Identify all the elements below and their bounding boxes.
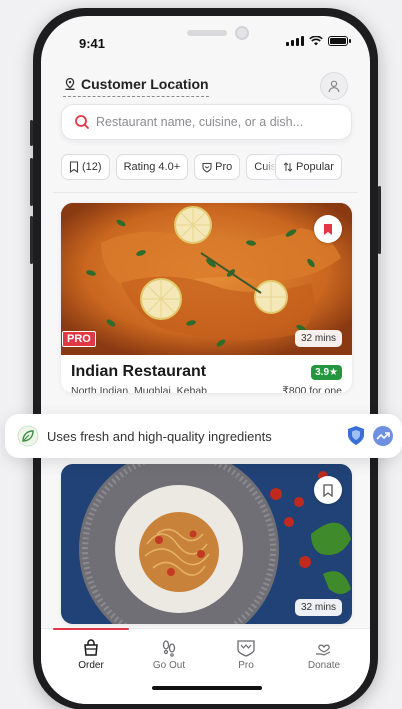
feature-text: Uses fresh and high-quality ingredients bbox=[47, 428, 272, 444]
sort-label: Popular bbox=[296, 161, 334, 173]
nav-go-out[interactable]: Go Out bbox=[134, 639, 204, 671]
pro-badge: PRO bbox=[62, 331, 96, 347]
restaurant-meta: North Indian, Mughlai, Kebab ₹800 for on… bbox=[71, 385, 342, 393]
wifi-icon bbox=[309, 36, 323, 46]
delivery-time-badge: 32 mins bbox=[294, 599, 342, 616]
power-button bbox=[378, 186, 381, 254]
location-selector[interactable]: Customer Location bbox=[63, 76, 209, 97]
nav-pro[interactable]: Pro bbox=[211, 639, 281, 671]
home-indicator bbox=[152, 686, 262, 690]
search-bar[interactable]: Restaurant name, cuisine, or a dish... bbox=[61, 104, 352, 140]
profile-avatar[interactable] bbox=[320, 72, 348, 100]
front-camera bbox=[235, 26, 249, 40]
nav-donate[interactable]: Donate bbox=[289, 639, 359, 671]
filter-pro-label: Pro bbox=[215, 161, 233, 173]
bottom-navigation: Order Go Out Pro Donate bbox=[41, 628, 370, 704]
location-title: Customer Location bbox=[81, 76, 209, 92]
mute-switch bbox=[30, 120, 33, 146]
nav-donate-label: Donate bbox=[307, 660, 341, 671]
filter-saved[interactable]: (12) bbox=[61, 154, 110, 180]
filter-divider bbox=[53, 192, 358, 193]
volume-down-button bbox=[30, 216, 33, 264]
heart-hand-icon bbox=[316, 644, 331, 656]
status-bar: 9:41 bbox=[41, 16, 370, 68]
active-tab-indicator bbox=[53, 628, 129, 630]
cuisine-list: North Indian, Mughlai, Kebab bbox=[71, 385, 208, 393]
shield-icon bbox=[348, 426, 364, 445]
sort-popular-button[interactable]: Popular bbox=[275, 154, 342, 180]
status-time: 9:41 bbox=[79, 36, 106, 51]
bookmark-icon bbox=[323, 483, 333, 497]
nav-pro-label: Pro bbox=[238, 660, 254, 671]
restaurant-info: Indian Restaurant 3.9★ North Indian, Mug… bbox=[61, 355, 352, 393]
restaurant-card[interactable]: PRO 32 mins Indian Restaurant 3.9★ North… bbox=[61, 203, 352, 393]
signal-icon bbox=[286, 36, 304, 46]
bookmark-filled-icon bbox=[324, 223, 332, 235]
feature-highlight-pill: Uses fresh and high-quality ingredients bbox=[5, 414, 402, 458]
food-image-curry: PRO 32 mins bbox=[61, 203, 352, 355]
pro-crown-icon bbox=[237, 640, 255, 657]
search-input[interactable]: Restaurant name, cuisine, or a dish... bbox=[96, 115, 303, 129]
filter-rating-label: Rating 4.0+ bbox=[123, 161, 181, 173]
leaf-icon bbox=[17, 425, 39, 447]
footprints-icon bbox=[162, 640, 176, 657]
filter-pro[interactable]: Pro bbox=[194, 154, 241, 180]
bookmark-button[interactable] bbox=[314, 215, 342, 243]
filter-rating[interactable]: Rating 4.0+ bbox=[115, 154, 189, 180]
system-icons bbox=[286, 36, 351, 46]
user-icon bbox=[328, 80, 340, 93]
app-mockup: 9:41 Customer Location Restaurant name, … bbox=[0, 0, 402, 709]
delivery-time-badge: 32 mins bbox=[294, 330, 342, 347]
search-icon bbox=[75, 115, 89, 129]
price-for-one: ₹800 for one bbox=[282, 385, 342, 393]
pro-shield-icon bbox=[202, 162, 212, 173]
battery-icon bbox=[328, 36, 351, 46]
filter-saved-label: (12) bbox=[82, 161, 102, 173]
earpiece-speaker bbox=[187, 30, 227, 36]
nav-order-label: Order bbox=[78, 660, 104, 671]
sort-icon bbox=[283, 162, 293, 172]
nav-go-out-label: Go Out bbox=[152, 660, 186, 671]
trend-up-icon bbox=[373, 426, 393, 446]
phone-screen: 9:41 Customer Location Restaurant name, … bbox=[41, 16, 370, 704]
rating-badge: 3.9★ bbox=[311, 365, 342, 380]
header: Customer Location bbox=[63, 72, 350, 102]
restaurant-card[interactable]: 32 mins bbox=[61, 464, 352, 624]
food-image-pasta: 32 mins bbox=[61, 464, 352, 624]
location-pin-icon bbox=[65, 77, 75, 90]
bookmark-button[interactable] bbox=[314, 476, 342, 504]
restaurant-name: Indian Restaurant bbox=[71, 363, 207, 380]
feature-icons bbox=[346, 425, 394, 447]
nav-order[interactable]: Order bbox=[56, 639, 126, 671]
bag-icon bbox=[84, 639, 98, 656]
bookmark-icon bbox=[69, 161, 79, 173]
volume-up-button bbox=[30, 158, 33, 206]
